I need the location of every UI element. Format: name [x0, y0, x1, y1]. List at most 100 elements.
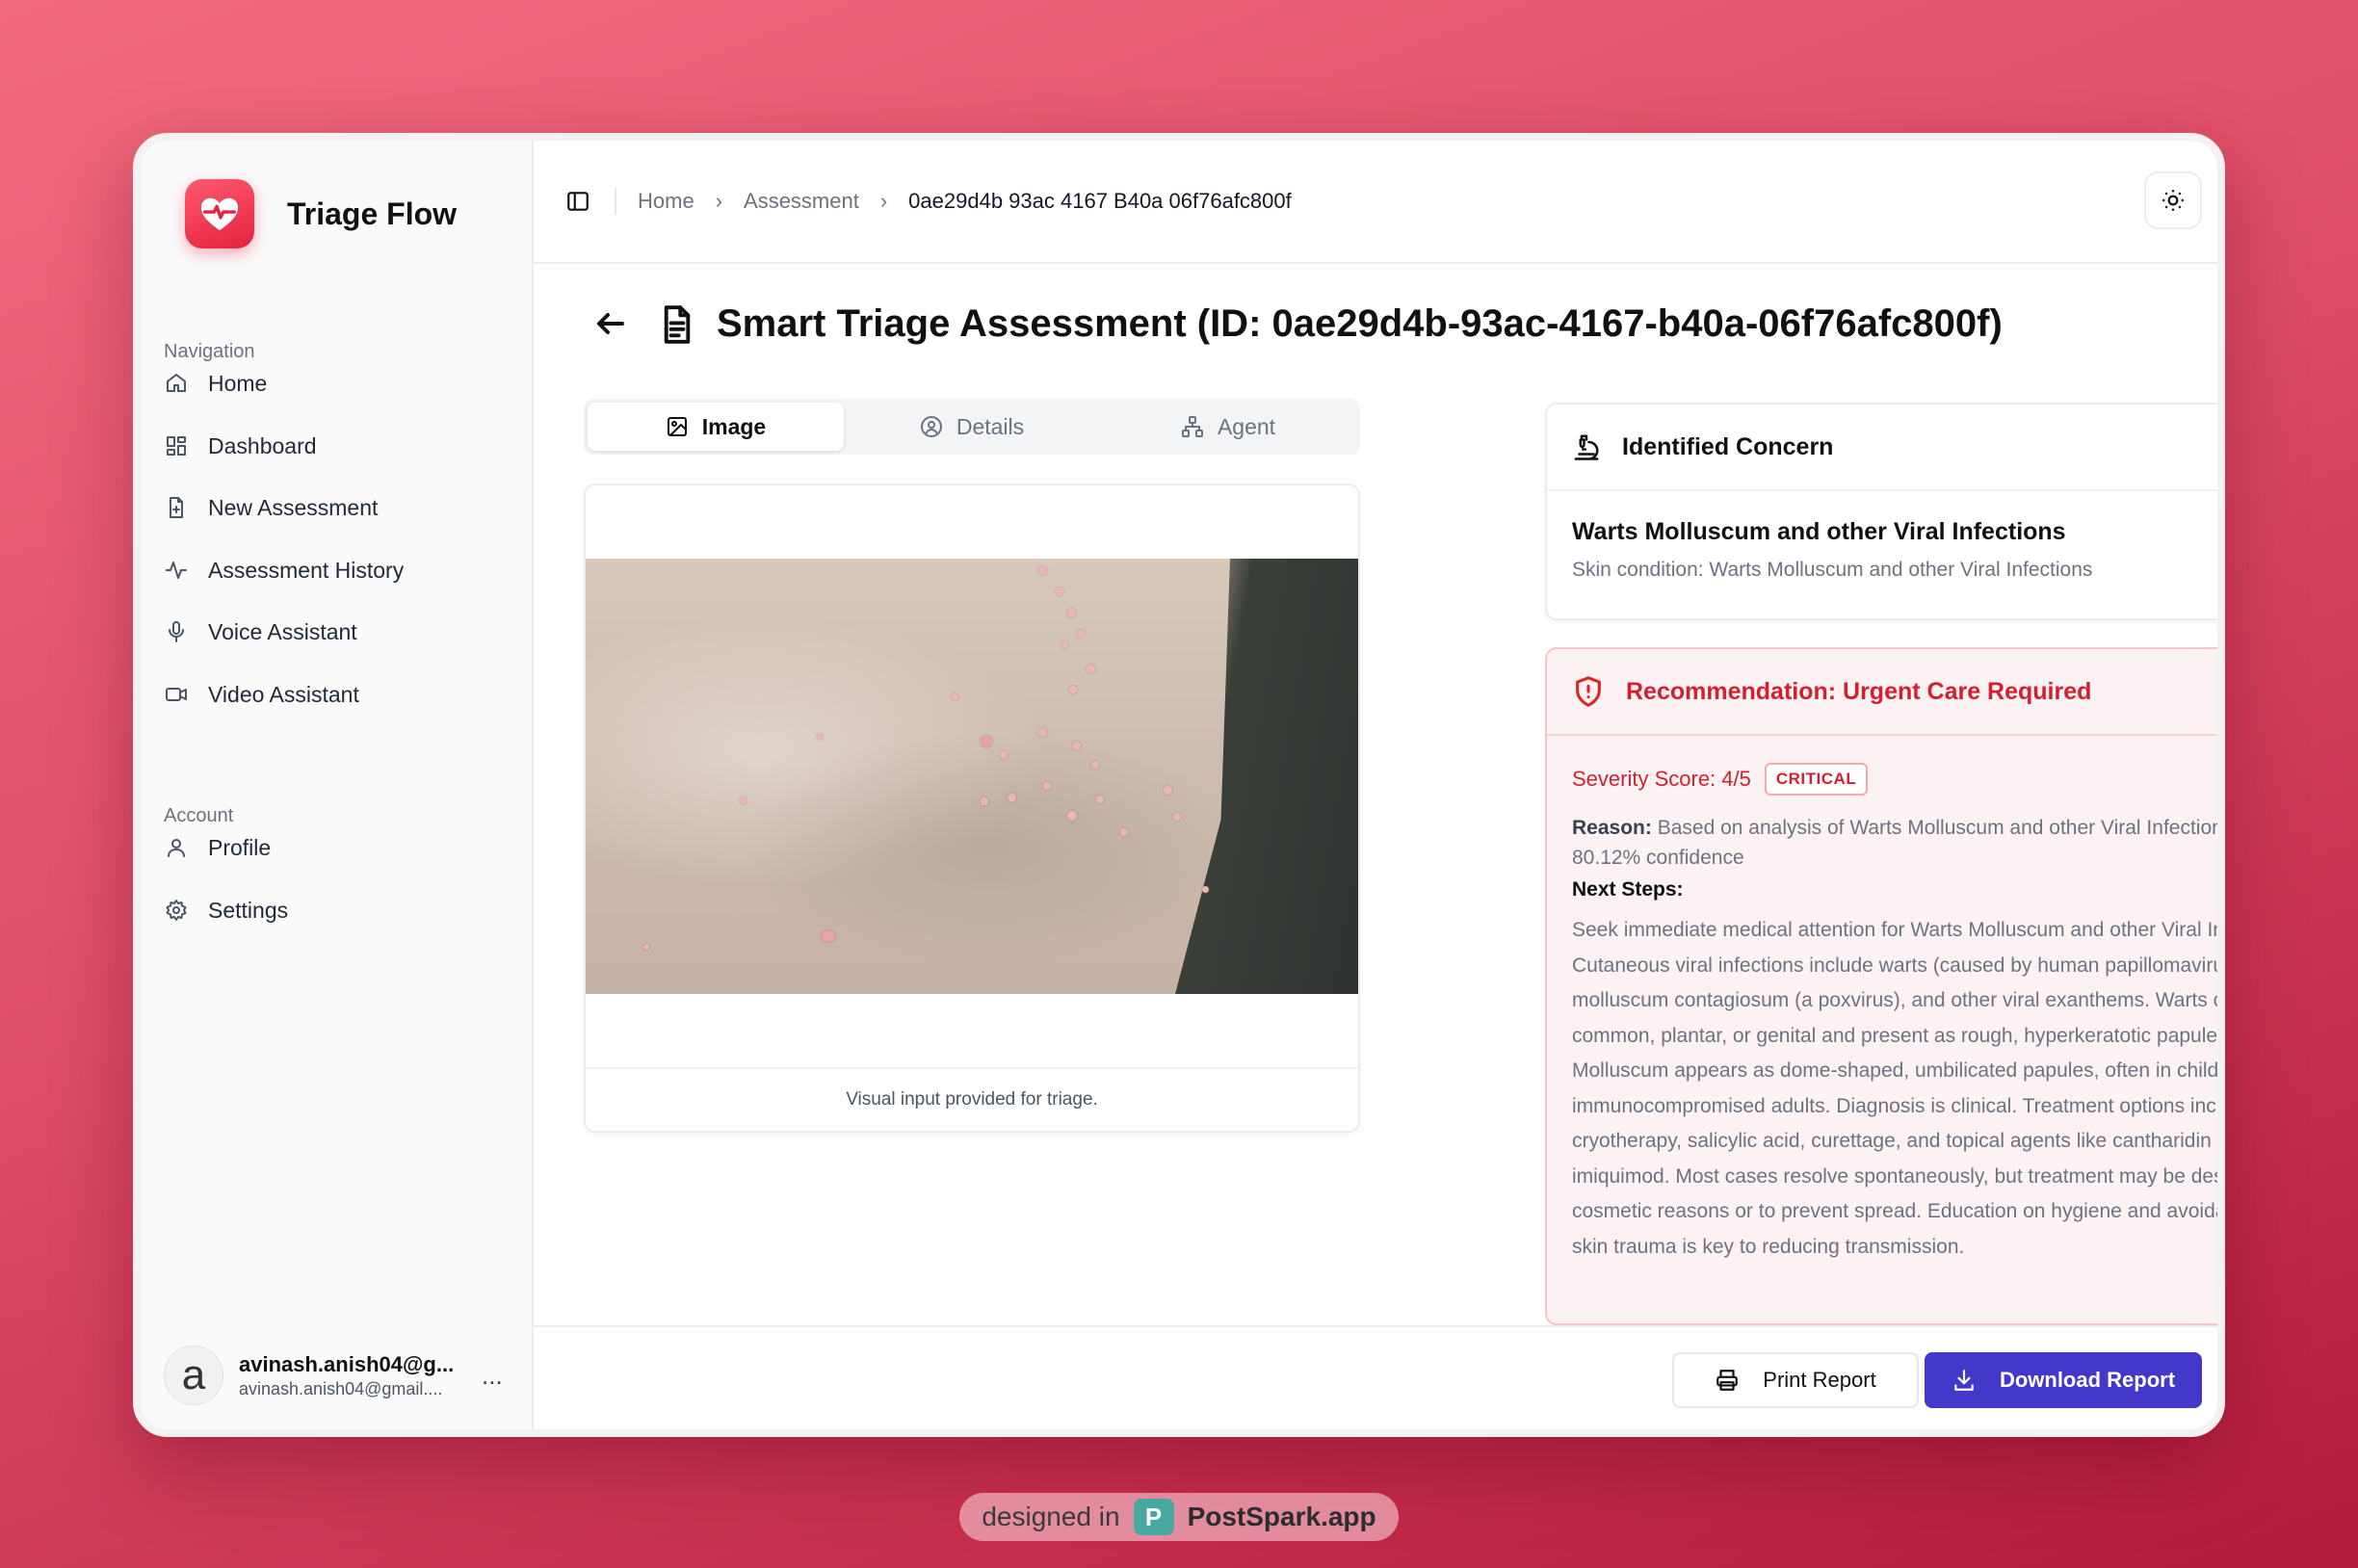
- lesion: [952, 693, 958, 700]
- sidebar-item-label: Assessment History: [208, 557, 405, 583]
- severity-row: Severity Score: 4/5 CRITICAL: [1572, 763, 1869, 796]
- download-report-button[interactable]: Download Report: [1925, 1352, 2202, 1408]
- skin-photo[interactable]: [586, 559, 1358, 994]
- sidebar-item-profile[interactable]: Profile: [164, 824, 511, 871]
- microphone-icon: [164, 619, 189, 644]
- image-icon: [667, 417, 687, 436]
- activity-icon: [164, 558, 189, 583]
- tab-label: Details: [956, 413, 1025, 439]
- back-arrow-icon[interactable]: [593, 306, 632, 345]
- watermark-prefix: designed in: [982, 1502, 1120, 1531]
- avatar: a: [164, 1346, 223, 1405]
- more-icon[interactable]: ...: [482, 1361, 503, 1391]
- heart-pulse-icon: [185, 179, 254, 248]
- image-card: Visual input provided for triage.: [584, 483, 1360, 1133]
- tab-details[interactable]: Details: [844, 403, 1100, 451]
- breadcrumb-assessment[interactable]: Assessment: [744, 189, 859, 214]
- next-steps-label: Next Steps:: [1572, 878, 1684, 901]
- user-icon: [164, 835, 189, 860]
- user-email: avinash.anish04@gmail....: [239, 1378, 443, 1398]
- sidebar-item-label: Settings: [208, 897, 289, 923]
- lesion: [1038, 566, 1047, 575]
- tab-label: Image: [701, 413, 767, 439]
- sidebar-item-home[interactable]: Home: [164, 360, 511, 406]
- identified-concern-card: Identified Concern Warts Molluscum and o…: [1545, 403, 2217, 620]
- breadcrumb-home[interactable]: Home: [638, 189, 694, 214]
- sidebar-item-assessment-history[interactable]: Assessment History: [164, 547, 511, 593]
- image-caption: Visual input provided for triage.: [586, 1067, 1358, 1131]
- brand[interactable]: Triage Flow: [185, 179, 457, 248]
- reason: Reason: Based on analysis of Warts Mollu…: [1572, 813, 2217, 873]
- divider: [615, 188, 616, 215]
- lesion: [1000, 751, 1008, 759]
- lesion: [1202, 886, 1209, 893]
- lesion: [1096, 796, 1104, 803]
- next-steps-text: Seek immediate medical attention for War…: [1572, 919, 2225, 1258]
- reason-label: Reason:: [1572, 817, 1652, 839]
- lesion: [1038, 728, 1047, 737]
- print-report-button[interactable]: Print Report: [1672, 1352, 1919, 1408]
- lesion: [981, 736, 992, 747]
- breadcrumb: Home › Assessment › 0ae29d4b 93ac 4167 B…: [638, 189, 1292, 214]
- app-window: Triage Flow Navigation Home Dashboard Ne…: [133, 133, 2225, 1437]
- network-icon: [1181, 416, 1203, 437]
- microscope-icon: [1574, 434, 1599, 460]
- user-info: avinash.anish04@g... avinash.anish04@gma…: [239, 1352, 470, 1399]
- document-icon: [659, 304, 697, 347]
- user-menu[interactable]: a avinash.anish04@g... avinash.anish04@g…: [164, 1341, 511, 1410]
- lesion: [1061, 641, 1068, 648]
- theme-toggle-button[interactable]: [2144, 171, 2202, 229]
- tabs: Image Details Agent: [584, 399, 1360, 455]
- severity-score: Severity Score: 4/5: [1572, 767, 1751, 791]
- user-circle-icon: [920, 416, 942, 437]
- postspark-watermark: designed in P PostSpark.app: [959, 1493, 1399, 1541]
- sidebar-item-label: Dashboard: [208, 432, 317, 458]
- app-name: Triage Flow: [287, 196, 458, 231]
- lesion: [1072, 742, 1081, 750]
- tab-agent[interactable]: Agent: [1100, 403, 1356, 451]
- file-plus-icon: [164, 495, 189, 520]
- user-name: avinash.anish04@g...: [239, 1351, 455, 1376]
- sidebar-item-settings[interactable]: Settings: [164, 887, 511, 933]
- dashboard-icon: [164, 433, 189, 458]
- chevron-right-icon: ›: [879, 189, 888, 213]
- concern-subtitle: Skin condition: Warts Molluscum and othe…: [1572, 559, 2093, 581]
- lesion: [1008, 794, 1016, 802]
- sidebar-item-voice-assistant[interactable]: Voice Assistant: [164, 609, 511, 655]
- lesion: [1043, 782, 1051, 790]
- lesion: [1067, 609, 1076, 617]
- recommendation-header: Recommendation: Urgent Care Required: [1547, 649, 2217, 736]
- lesion: [822, 930, 835, 942]
- tab-image[interactable]: Image: [588, 403, 844, 451]
- page-title: Smart Triage Assessment (ID: 0ae29d4b-93…: [717, 302, 2003, 345]
- home-icon: [164, 371, 189, 396]
- lesion: [1120, 828, 1128, 836]
- download-report-label: Download Report: [1999, 1368, 2176, 1392]
- sidebar-item-new-assessment[interactable]: New Assessment: [164, 484, 511, 531]
- sidebar-item-label: Home: [208, 370, 268, 396]
- sun-icon: [2162, 190, 2184, 211]
- sidebar-item-label: Profile: [208, 834, 272, 860]
- breadcrumb-current: 0ae29d4b 93ac 4167 B40a 06f76afc800f: [908, 189, 1292, 213]
- lesion: [740, 797, 747, 804]
- photo-background-edge: [1175, 559, 1358, 994]
- lesion: [1056, 588, 1063, 595]
- sidebar-item-dashboard[interactable]: Dashboard: [164, 423, 511, 469]
- lesion: [981, 797, 988, 805]
- download-icon: [1954, 1370, 1974, 1391]
- tab-label: Agent: [1217, 413, 1276, 439]
- concern-header: Identified Concern: [1547, 405, 2217, 491]
- chevron-right-icon: ›: [715, 189, 723, 213]
- print-report-label: Print Report: [1763, 1368, 1876, 1392]
- sidebar-item-video-assistant[interactable]: Video Assistant: [164, 671, 511, 718]
- sidebar-toggle-icon[interactable]: [563, 186, 593, 217]
- recommendation-card: Recommendation: Urgent Care Required Sev…: [1545, 647, 2225, 1325]
- lesion: [1069, 686, 1077, 693]
- topbar: Home › Assessment › 0ae29d4b 93ac 4167 B…: [534, 141, 2217, 264]
- concern-heading: Identified Concern: [1622, 432, 1834, 460]
- lesion: [643, 944, 649, 950]
- recommendation-heading: Recommendation: Urgent Care Required: [1626, 677, 2092, 705]
- action-bar: Print Report Download Report: [534, 1325, 2217, 1429]
- lesion: [1077, 630, 1085, 638]
- postspark-logo-icon: P: [1133, 1499, 1174, 1535]
